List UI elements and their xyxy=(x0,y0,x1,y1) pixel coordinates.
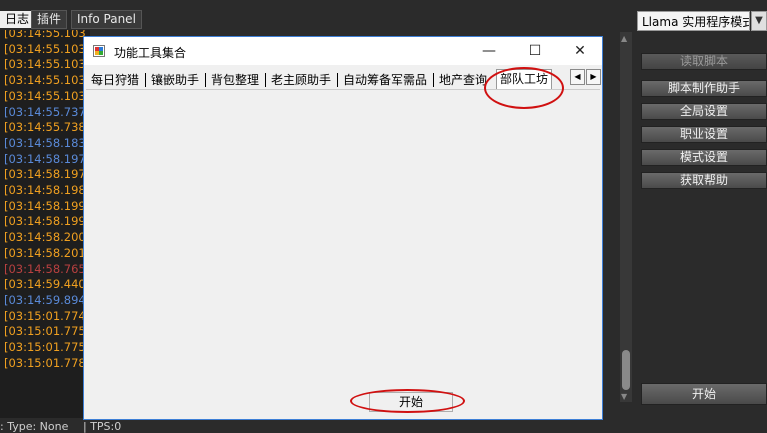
tab-info-panel[interactable]: Info Panel xyxy=(71,10,142,29)
log-line: [03:15:01.778 N xyxy=(4,355,90,370)
tab-custom-delivery[interactable]: 老主顾助手 xyxy=(271,71,331,89)
chevron-down-icon[interactable]: ▼ xyxy=(751,11,767,31)
top-tab-strip: 日志 插件 Info Panel xyxy=(0,0,636,30)
log-line: [03:14:55.103 D xyxy=(4,41,90,56)
tab-scroll-right-icon[interactable]: ▶ xyxy=(586,69,601,85)
log-line: [03:14:55.103 D xyxy=(4,57,90,72)
tool-window: 功能工具集合 — ☐ ✕ 每日狩猎 镶嵌助手 背包整理 老主顾助手 自动筹备军需… xyxy=(83,36,603,420)
main-start-button[interactable]: 开始 xyxy=(641,383,767,405)
log-line: [03:14:55.738 N xyxy=(4,120,90,135)
tab-divider xyxy=(337,73,338,87)
tab-plugins[interactable]: 插件 xyxy=(31,10,68,29)
log-line: [03:14:55.103 D xyxy=(4,73,90,88)
log-line: [03:14:55.103 D xyxy=(4,88,90,103)
tab-log[interactable]: 日志 xyxy=(0,11,35,28)
global-settings-button[interactable]: 全局设置 xyxy=(641,103,767,120)
log-line: [03:15:01.775 N xyxy=(4,340,90,354)
log-line: [03:14:59.894 N xyxy=(4,292,90,307)
log-line: [03:14:58.198 D xyxy=(4,183,90,197)
log-panel: [03:14:55.103 D] Replaced hook [Full] 18… xyxy=(0,30,90,418)
get-help-button[interactable]: 获取帮助 xyxy=(641,172,767,189)
status-tps: | TPS:0 xyxy=(83,420,122,433)
log-line: [03:14:55.737 N xyxy=(4,104,90,119)
tab-inventory-sort[interactable]: 背包整理 xyxy=(211,71,259,89)
log-line: [03:15:01.775 N xyxy=(4,324,90,339)
tab-content-panel xyxy=(86,89,600,418)
mode-dropdown[interactable]: Llama 实用程序模式 xyxy=(637,11,750,31)
minimize-icon[interactable]: — xyxy=(474,41,504,61)
scroll-up-icon[interactable]: ▲ xyxy=(621,34,627,43)
tab-divider xyxy=(205,73,206,87)
log-line: [03:14:58.199 D xyxy=(4,198,90,213)
tab-daily-hunt[interactable]: 每日狩猎 xyxy=(91,71,139,89)
log-line: [03:14:55.103 D] Replaced hook [Full] 18… xyxy=(4,30,90,40)
log-line: [03:14:58.197 N xyxy=(4,151,90,166)
mode-settings-button[interactable]: 模式设置 xyxy=(641,149,767,166)
maximize-icon[interactable]: ☐ xyxy=(520,41,550,61)
close-icon[interactable]: ✕ xyxy=(565,41,595,61)
log-line: [03:15:01.774 N xyxy=(4,308,90,323)
tab-housing-query[interactable]: 地产查询 xyxy=(439,71,487,89)
tab-divider xyxy=(145,73,146,87)
tab-scroll-left-icon[interactable]: ◀ xyxy=(570,69,585,85)
scroll-down-icon[interactable]: ▼ xyxy=(621,392,627,401)
tab-divider xyxy=(265,73,266,87)
app-icon xyxy=(93,45,105,57)
function-tabs: 每日狩猎 镶嵌助手 背包整理 老主顾助手 自动筹备军需品 地产查询 部队工坊 xyxy=(86,69,602,89)
tab-meld-helper[interactable]: 镶嵌助手 xyxy=(151,71,199,89)
workshop-start-button[interactable]: 开始 xyxy=(369,392,453,412)
scrollbar-thumb[interactable] xyxy=(622,350,630,390)
tab-squadron-workshop[interactable]: 部队工坊 xyxy=(496,69,553,89)
load-script-button[interactable]: 读取脚本 xyxy=(641,53,767,70)
tab-auto-supply[interactable]: 自动筹备军需品 xyxy=(343,71,427,89)
log-line: [03:14:58.197 D xyxy=(4,167,90,182)
log-line: [03:14:58.201 D xyxy=(4,245,90,260)
log-line: [03:14:58.200 D xyxy=(4,230,90,245)
log-line: [03:14:58.199 D xyxy=(4,214,90,229)
job-settings-button[interactable]: 职业设置 xyxy=(641,126,767,143)
status-type: : Type: None xyxy=(0,420,69,433)
log-line: [03:14:58.765 N xyxy=(4,261,90,276)
script-helper-button[interactable]: 脚本制作助手 xyxy=(641,80,767,97)
log-line: [03:14:59.440 N xyxy=(4,277,90,292)
log-scrollbar[interactable] xyxy=(620,32,632,402)
window-titlebar[interactable]: 功能工具集合 — ☐ ✕ xyxy=(84,37,602,65)
window-title: 功能工具集合 xyxy=(114,46,187,60)
tab-divider xyxy=(433,73,434,87)
log-line: [03:14:58.183 N xyxy=(4,135,90,150)
status-bar: : Type: None | TPS:0 xyxy=(0,419,767,433)
